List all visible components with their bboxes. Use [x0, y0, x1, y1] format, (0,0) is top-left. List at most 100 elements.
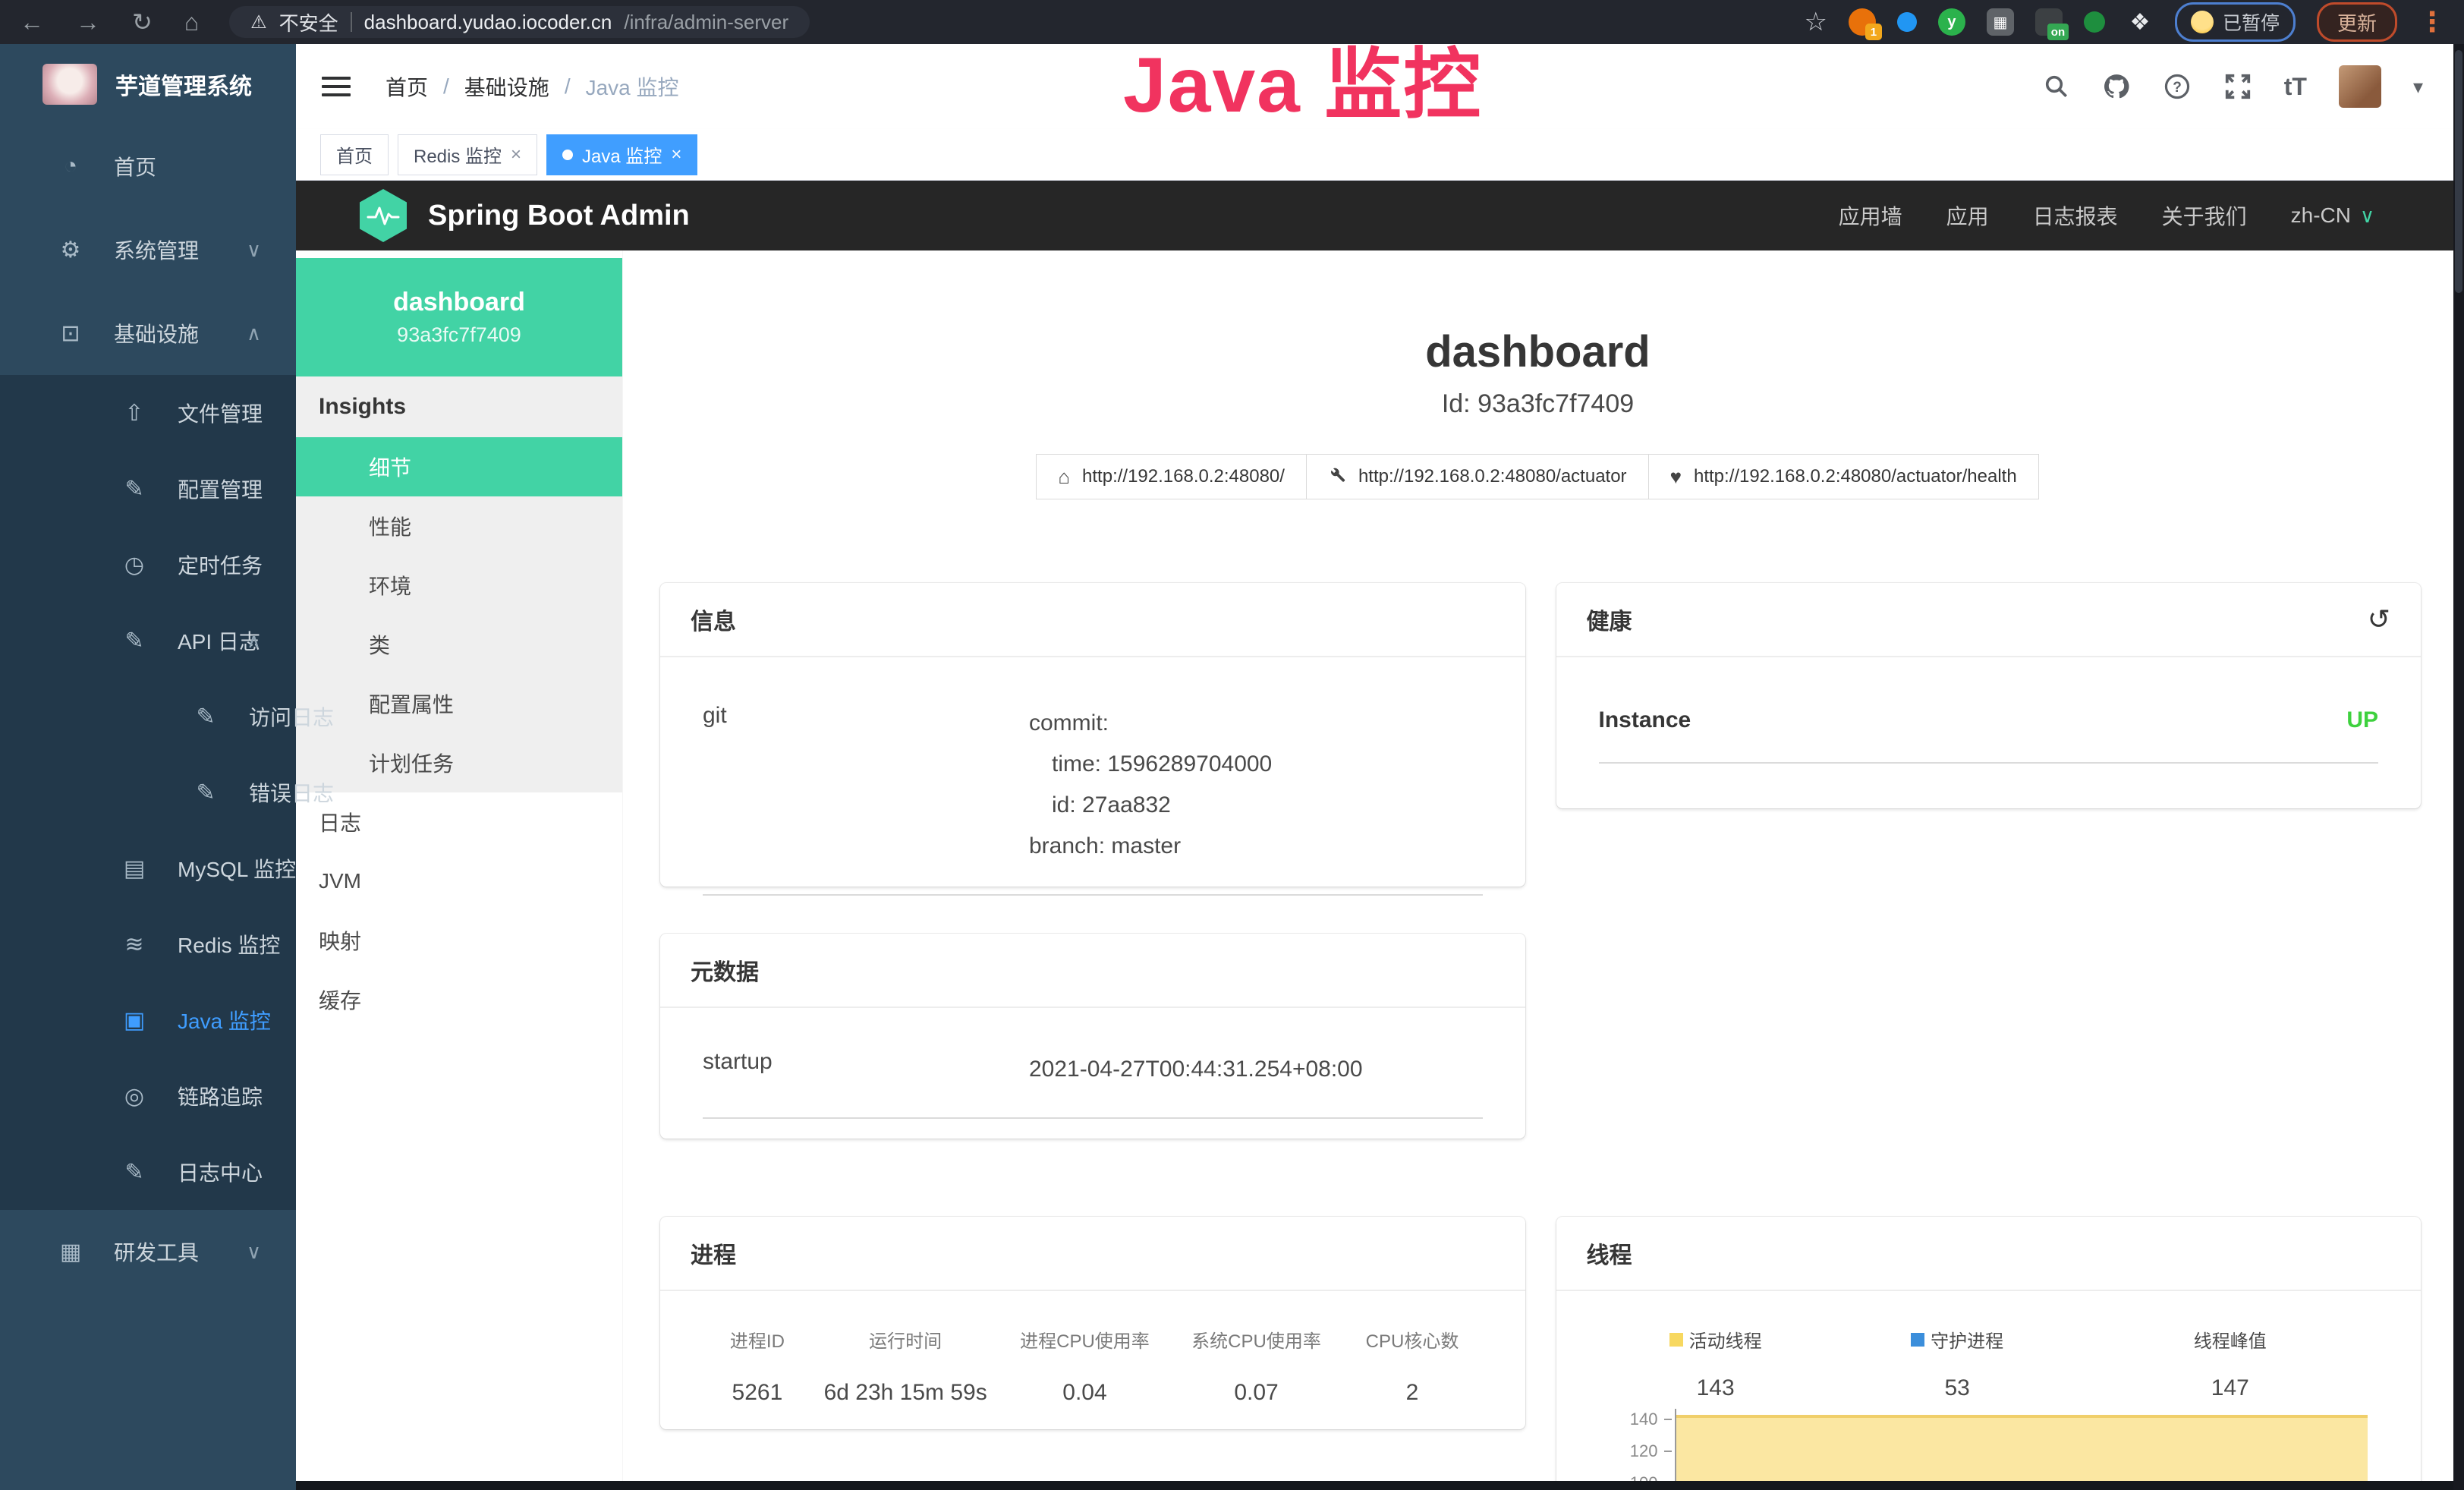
reload-icon[interactable]: ↻ [132, 10, 153, 34]
sidebar-item-scheduled-task[interactable]: ◷ 定时任务 [0, 527, 296, 603]
sba-item-config-props[interactable]: 配置属性 [296, 674, 622, 733]
browser-home-icon[interactable]: ⌂ [184, 10, 199, 34]
sidebar-item-dev-tools[interactable]: ▦ 研发工具 ∨ [0, 1210, 296, 1293]
sba-logo-icon [360, 189, 407, 242]
close-icon[interactable]: × [671, 144, 681, 165]
sidebar-item-label: 定时任务 [178, 550, 263, 580]
address-bar[interactable]: ⚠ 不安全 dashboard.yudao.iocoder.cn/infra/a… [229, 6, 810, 38]
cell-value: 5261 [703, 1380, 812, 1406]
actuator-url-button[interactable]: http://192.168.0.2:48080/actuator [1306, 454, 1649, 499]
git-branch-line: branch: master [1029, 826, 1272, 867]
y-axis-tick: 120 [1599, 1441, 1658, 1461]
history-icon[interactable]: ↺ [2368, 603, 2390, 635]
sba-item-scheduled[interactable]: 计划任务 [296, 733, 622, 792]
cell-value: 0.07 [1170, 1380, 1342, 1406]
sba-locale-select[interactable]: zh-CN ∨ [2291, 203, 2374, 228]
table-row[interactable]: Instance UP [1599, 707, 2379, 764]
live-threads-value: 143 [1599, 1375, 1833, 1401]
sidebar-item-file-manage[interactable]: ⇧ 文件管理 [0, 375, 296, 451]
y-extension-icon[interactable]: y [1938, 8, 1965, 36]
sidebar-item-label: 日志中心 [178, 1157, 263, 1187]
browser-scrollbar[interactable] [2453, 44, 2464, 1490]
paused-label: 已暂停 [2223, 8, 2280, 36]
tag-label: Redis 监控 [414, 141, 502, 168]
timer-icon: ◷ [117, 552, 152, 578]
app-title: 芋道管理系统 [115, 68, 252, 101]
column-header: CPU核心数 [1342, 1326, 1483, 1353]
sidebar-item-label: 系统管理 [114, 235, 199, 265]
sba-item-metrics[interactable]: 性能 [296, 496, 622, 556]
sba-nav-about[interactable]: 关于我们 [2162, 200, 2247, 231]
threads-legend: 活动线程 守护进程 线程峰值 [1599, 1326, 2379, 1353]
sba-nav-wallboard[interactable]: 应用墙 [1839, 200, 1902, 231]
forward-icon[interactable]: → [76, 10, 100, 34]
browser-menu-icon[interactable]: ⋮ [2418, 6, 2446, 38]
sidebar-item-system[interactable]: ⚙ 系统管理 ∨ [0, 208, 296, 291]
column-header: 运行时间 [812, 1326, 999, 1353]
scrollbar-thumb[interactable] [2455, 50, 2462, 293]
sidebar-item-label: Java 监控 [178, 1005, 271, 1035]
table-row: startup 2021-04-27T00:44:31.254+08:00 [703, 1049, 1483, 1119]
collapse-sidebar-icon[interactable] [322, 71, 351, 102]
sba-item-classes[interactable]: 类 [296, 615, 622, 674]
sba-item-details[interactable]: 细节 [296, 437, 622, 496]
sba-nav-applications[interactable]: 应用 [1946, 200, 1989, 231]
sba-item-jvm[interactable]: JVM [296, 852, 622, 911]
sba-brand[interactable]: Spring Boot Admin [360, 189, 690, 242]
sba-item-mappings[interactable]: 映射 [296, 911, 622, 970]
fullscreen-icon[interactable] [2223, 72, 2252, 101]
home-icon: ⌂ [1058, 465, 1070, 489]
process-table-values: 5261 6d 23h 15m 59s 0.04 0.07 2 [703, 1380, 1483, 1406]
row-label: git [703, 703, 1029, 867]
sba-item-caches[interactable]: 缓存 [296, 970, 622, 1029]
sidebar-item-infra[interactable]: ⊡ 基础设施 ∧ [0, 291, 296, 375]
user-menu-caret-icon[interactable]: ▾ [2413, 75, 2423, 99]
breadcrumb-home[interactable]: 首页 [385, 71, 428, 102]
font-size-icon[interactable]: tT [2284, 73, 2307, 101]
sidebar-item-home[interactable]: ◔ 首页 [0, 124, 296, 208]
paused-profile-chip[interactable]: 已暂停 [2175, 2, 2296, 42]
legend-label: 守护进程 [1931, 1326, 2003, 1353]
extension-icon[interactable]: 1 [1849, 8, 1876, 36]
chevron-down-icon: ∨ [247, 238, 261, 262]
close-icon[interactable]: × [511, 144, 521, 165]
sba-nav-journal[interactable]: 日志报表 [2033, 200, 2118, 231]
search-icon[interactable] [2043, 73, 2070, 100]
sidebar-item-config-manage[interactable]: ✎ 配置管理 [0, 451, 296, 527]
sba-nav: 应用墙 应用 日志报表 关于我们 zh-CN ∨ [1839, 200, 2374, 231]
sidebar-item-mysql-monitor[interactable]: ▤ MySQL 监控 [0, 830, 296, 906]
warning-icon: ⚠ [250, 11, 267, 33]
service-url-button[interactable]: ⌂ http://192.168.0.2:48080/ [1036, 454, 1307, 499]
github-icon[interactable] [2102, 72, 2131, 101]
sidebar-item-access-log[interactable]: ✎ 访问日志 [0, 679, 296, 754]
user-avatar[interactable] [2339, 65, 2381, 108]
database-icon: ▤ [117, 855, 152, 882]
pin-extension-icon[interactable] [1897, 12, 1917, 32]
bookmark-star-icon[interactable]: ☆ [1804, 7, 1827, 37]
update-button[interactable]: 更新 [2317, 2, 2397, 42]
sidebar-item-java-monitor[interactable]: ▣ Java 监控 [0, 982, 296, 1058]
sidebar-item-log-center[interactable]: ✎ 日志中心 [0, 1134, 296, 1210]
tag-java-monitor[interactable]: Java 监控 × [546, 134, 697, 175]
help-icon[interactable]: ? [2163, 72, 2192, 101]
sidebar-item-trace[interactable]: ◎ 链路追踪 [0, 1058, 296, 1134]
security-label[interactable]: 不安全 [279, 8, 338, 36]
health-url-button[interactable]: ♥ http://192.168.0.2:48080/actuator/heal… [1648, 454, 2039, 499]
sidebar-item-redis-monitor[interactable]: ≋ Redis 监控 [0, 906, 296, 982]
tag-redis-monitor[interactable]: Redis 监控 × [398, 134, 537, 175]
extensions-puzzle-icon[interactable]: ❖ [2126, 8, 2154, 36]
back-icon[interactable]: ← [20, 10, 44, 34]
grid-extension-icon[interactable]: ▦ [1987, 8, 2014, 36]
leaf-extension-icon[interactable] [2084, 11, 2105, 33]
row-label: startup [703, 1049, 1029, 1090]
health-instance-label: Instance [1599, 707, 1691, 733]
sidebar-item-error-log[interactable]: ✎ 错误日志 [0, 754, 296, 830]
sba-item-logs[interactable]: 日志 [296, 792, 622, 852]
sba-app-header[interactable]: dashboard 93a3fc7f7409 [296, 258, 622, 376]
sidebar-item-api-log[interactable]: ✎ API 日志 ∧ [0, 603, 296, 679]
app-logo-row[interactable]: 芋道管理系统 [0, 44, 296, 124]
switch-extension-icon[interactable]: on [2035, 8, 2063, 36]
tag-home[interactable]: 首页 [320, 134, 389, 175]
breadcrumb-infra[interactable]: 基础设施 [464, 71, 549, 102]
sba-item-environment[interactable]: 环境 [296, 556, 622, 615]
